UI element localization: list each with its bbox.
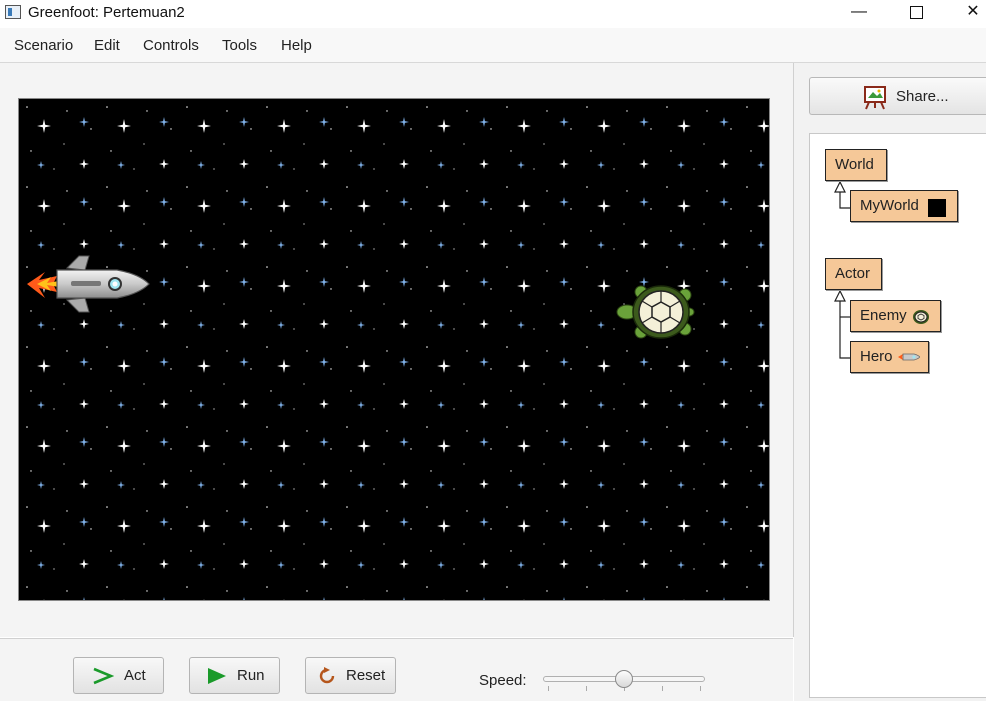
speed-slider-thumb[interactable] bbox=[615, 670, 633, 688]
share-label: Share... bbox=[896, 88, 949, 105]
menu-edit[interactable]: Edit bbox=[94, 37, 120, 54]
run-label: Run bbox=[237, 667, 265, 684]
maximize-button[interactable] bbox=[893, 0, 939, 26]
play-icon bbox=[208, 668, 226, 684]
slider-tick bbox=[662, 686, 663, 691]
class-diagram: World MyWorld Actor Enemy Hero bbox=[809, 133, 986, 698]
class-enemy-label: Enemy bbox=[860, 307, 907, 324]
class-actor-label: Actor bbox=[835, 265, 871, 282]
step-arrow-icon bbox=[93, 667, 114, 685]
speed-label: Speed: bbox=[479, 672, 527, 689]
menu-tools[interactable]: Tools bbox=[222, 37, 257, 54]
minimize-button[interactable]: — bbox=[836, 0, 882, 26]
menu-controls[interactable]: Controls bbox=[143, 37, 199, 54]
menu-scenario[interactable]: Scenario bbox=[14, 37, 73, 54]
title-bar: Greenfoot: Pertemuan2 — ✕ bbox=[0, 0, 986, 28]
class-hero[interactable]: Hero bbox=[850, 341, 929, 373]
maximize-icon bbox=[909, 6, 923, 19]
world-canvas[interactable] bbox=[18, 98, 770, 601]
reset-label: Reset bbox=[346, 667, 386, 684]
slider-tick bbox=[586, 686, 587, 691]
menu-bar: Scenario Edit Controls Tools Help bbox=[0, 28, 986, 63]
window-title: Greenfoot: Pertemuan2 bbox=[28, 4, 185, 21]
greenfoot-icon bbox=[5, 5, 21, 19]
class-hero-label: Hero bbox=[860, 348, 893, 365]
act-button[interactable]: Act bbox=[73, 657, 164, 694]
slider-tick bbox=[548, 686, 549, 691]
close-button[interactable]: ✕ bbox=[950, 0, 986, 26]
slider-tick bbox=[700, 686, 701, 691]
menu-help[interactable]: Help bbox=[281, 37, 312, 54]
run-button[interactable]: Run bbox=[189, 657, 280, 694]
turtle-icon bbox=[913, 310, 929, 324]
world-scene bbox=[19, 99, 769, 600]
class-myworld[interactable]: MyWorld bbox=[850, 190, 958, 222]
class-actor[interactable]: Actor bbox=[825, 258, 882, 290]
class-world[interactable]: World bbox=[825, 149, 887, 181]
class-enemy[interactable]: Enemy bbox=[850, 300, 941, 332]
class-myworld-label: MyWorld bbox=[860, 197, 919, 214]
easel-icon bbox=[864, 86, 886, 110]
reset-button[interactable]: Reset bbox=[305, 657, 396, 694]
rocket-icon bbox=[898, 353, 920, 361]
share-button[interactable]: Share... bbox=[809, 77, 986, 115]
act-label: Act bbox=[124, 667, 146, 684]
reset-icon bbox=[319, 667, 335, 684]
myworld-thumbnail-icon bbox=[928, 199, 946, 217]
class-world-label: World bbox=[835, 156, 874, 173]
